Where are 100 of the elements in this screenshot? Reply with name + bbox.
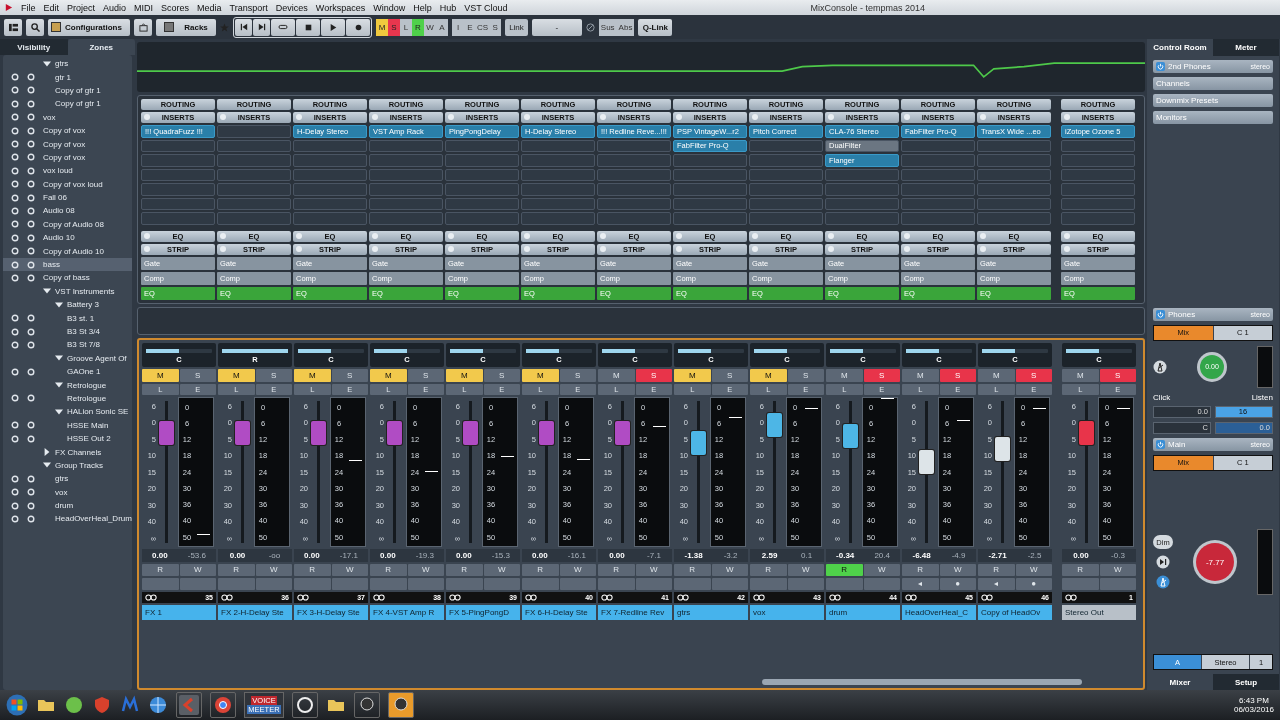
- disclosure-triangle-icon[interactable]: [43, 461, 51, 470]
- link-dropdown[interactable]: -: [531, 18, 582, 36]
- solo-button[interactable]: S: [635, 368, 672, 382]
- tree-row[interactable]: Audio 10: [3, 231, 132, 245]
- volume-value[interactable]: 0.00: [609, 550, 625, 560]
- tree-row[interactable]: vox loud: [3, 164, 132, 178]
- loop-icon[interactable]: [271, 18, 295, 36]
- power-icon[interactable]: [1156, 62, 1165, 71]
- pan-fill[interactable]: [222, 348, 288, 353]
- read-button[interactable]: R: [750, 563, 787, 576]
- solo-button[interactable]: S: [1015, 368, 1052, 382]
- link-rings-icon[interactable]: [677, 593, 689, 601]
- menu-item[interactable]: Devices: [275, 2, 308, 13]
- triangle-button[interactable]: ◂: [978, 577, 1015, 590]
- channel-name[interactable]: Copy of HeadOv: [978, 604, 1052, 620]
- read-button[interactable]: R: [598, 563, 635, 576]
- panel-tab[interactable]: Zones: [67, 39, 135, 55]
- disclosure-triangle-icon[interactable]: [43, 448, 51, 456]
- write-button[interactable]: W: [255, 563, 292, 576]
- tree-row[interactable]: gtrs: [3, 472, 132, 486]
- disclosure-triangle-icon[interactable]: [55, 407, 63, 416]
- read-button[interactable]: R: [218, 563, 255, 576]
- mode-button[interactable]: R: [412, 18, 424, 36]
- channel-name[interactable]: FX 3-H-Delay Ste: [294, 604, 368, 620]
- tree-row[interactable]: B3 St 7/8: [3, 338, 132, 352]
- dot-button[interactable]: ●: [939, 577, 976, 590]
- tree-row[interactable]: Copy of gtr 1: [3, 83, 132, 98]
- pan-fill[interactable]: [146, 348, 179, 353]
- mute-button[interactable]: M: [1062, 368, 1099, 382]
- sus-button[interactable]: Sus: [598, 18, 617, 36]
- tree-row[interactable]: Copy of vox: [3, 137, 132, 151]
- tree-row[interactable]: Copy of vox loud: [3, 177, 132, 191]
- camera-icon[interactable]: [134, 18, 152, 36]
- write-button[interactable]: W: [863, 563, 900, 576]
- volume-value[interactable]: 0.00: [532, 550, 548, 560]
- tree-row[interactable]: Copy of Audio 08: [3, 217, 132, 232]
- menu-item[interactable]: Project: [67, 2, 96, 13]
- fader-handle[interactable]: [539, 421, 554, 446]
- menu-item[interactable]: Window: [373, 2, 406, 13]
- tree-row[interactable]: GAOne 1: [3, 365, 132, 379]
- solo-button[interactable]: S: [331, 368, 368, 382]
- arrow-app-icon[interactable]: [176, 692, 202, 718]
- read-button[interactable]: R: [370, 563, 407, 576]
- tree-row[interactable]: Groove Agent Of: [3, 351, 132, 365]
- solo-button[interactable]: S: [711, 368, 748, 382]
- link-rings-icon[interactable]: [297, 593, 309, 601]
- write-button[interactable]: W: [939, 563, 976, 576]
- write-button[interactable]: W: [331, 563, 368, 576]
- volume-value[interactable]: 0.00: [380, 550, 396, 560]
- channel-name[interactable]: FX 4-VST Amp R: [370, 604, 444, 620]
- channel-name[interactable]: FX 2-H-Delay Ste: [218, 604, 292, 620]
- channel-name[interactable]: drum: [826, 604, 900, 620]
- solo-button[interactable]: S: [179, 368, 216, 382]
- mute-button[interactable]: M: [522, 368, 559, 382]
- read-button[interactable]: R: [826, 563, 863, 576]
- volume-value[interactable]: 0.00: [152, 550, 168, 560]
- fader-handle[interactable]: [919, 449, 934, 474]
- stop-icon[interactable]: [296, 18, 320, 36]
- pan-fill[interactable]: [906, 348, 939, 353]
- menu-item[interactable]: Transport: [229, 2, 268, 13]
- pan-fill[interactable]: [1066, 348, 1099, 353]
- tree-row[interactable]: Copy of gtr 1: [3, 97, 132, 111]
- volume-value[interactable]: -2.71: [988, 550, 1007, 560]
- mute-button[interactable]: M: [902, 368, 939, 382]
- metronome-icon[interactable]: [1153, 359, 1167, 374]
- triangle-button[interactable]: ◂: [902, 577, 939, 590]
- mute-button[interactable]: M: [978, 368, 1015, 382]
- tree-row[interactable]: gtr 1: [3, 70, 132, 84]
- tree-row[interactable]: Audio 08: [3, 204, 132, 218]
- disclosure-triangle-icon[interactable]: [43, 287, 51, 296]
- mute-button[interactable]: M: [446, 368, 483, 382]
- link-rings-icon[interactable]: [449, 593, 461, 601]
- tree-row[interactable]: Retrologue: [3, 378, 132, 392]
- power-icon[interactable]: [1156, 309, 1165, 319]
- toggle-button[interactable]: CS: [476, 18, 490, 36]
- menu-item[interactable]: MIDI: [134, 2, 154, 13]
- fader-handle[interactable]: [311, 421, 326, 446]
- read-button[interactable]: R: [142, 563, 179, 576]
- tree-row[interactable]: Copy of vox: [3, 123, 132, 138]
- tree-row[interactable]: Fall 06: [3, 190, 132, 205]
- link-rings-icon[interactable]: [221, 593, 233, 601]
- channel-name[interactable]: FX 6-H-Delay Ste: [522, 604, 596, 620]
- fader-handle[interactable]: [767, 412, 782, 437]
- tree-row[interactable]: FX Channels: [3, 445, 132, 459]
- mute-button[interactable]: M: [294, 368, 331, 382]
- tree-row[interactable]: HSSE Out 2: [3, 431, 132, 446]
- pan-fill[interactable]: [602, 348, 635, 353]
- write-button[interactable]: W: [559, 563, 596, 576]
- pan-fill[interactable]: [298, 348, 331, 353]
- tree-row[interactable]: bass: [3, 257, 132, 272]
- search-icon[interactable]: [26, 18, 44, 36]
- read-button[interactable]: R: [522, 563, 559, 576]
- tree-row[interactable]: drum: [3, 498, 132, 513]
- volume-value[interactable]: 0.00: [456, 550, 472, 560]
- tree-row[interactable]: vox: [3, 110, 132, 124]
- read-button[interactable]: R: [294, 563, 331, 576]
- tree-row[interactable]: Battery 3: [3, 298, 132, 312]
- solo-button[interactable]: S: [1099, 368, 1136, 382]
- write-button[interactable]: W: [1015, 563, 1052, 576]
- skip-back-icon[interactable]: [235, 18, 252, 36]
